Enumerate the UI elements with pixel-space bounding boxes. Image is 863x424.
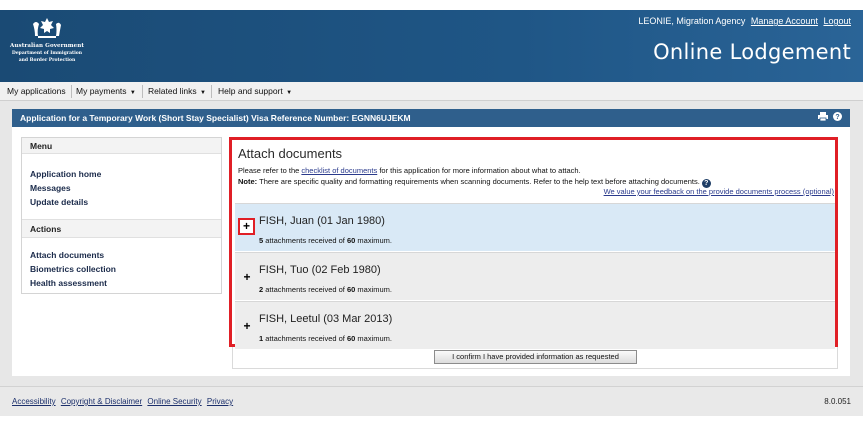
applicant-name: FISH, Leetul (03 Mar 2013) (259, 313, 393, 325)
chevron-down-icon: ▼ (129, 90, 136, 96)
chevron-down-icon: ▼ (200, 90, 206, 96)
version-number: 8.0.051 (824, 397, 851, 406)
attachment-count: 5 attachments received of 60 maximum. (259, 236, 392, 245)
department-name-line2: and Border Protection (18, 58, 76, 63)
expand-plus-icon[interactable]: + (238, 218, 255, 235)
nav-divider (71, 85, 72, 98)
app-bar-icons: ? (818, 112, 842, 122)
footer-link-privacy[interactable]: Privacy (207, 397, 233, 406)
feedback-link[interactable]: We value your feedback on the provide do… (238, 187, 834, 196)
app-title: Online Lodgement (653, 40, 851, 64)
main-nav: My applications My payments ▼ Related li… (0, 82, 863, 101)
attach-documents-panel: Attach documents Please refer to the che… (229, 137, 838, 349)
sidebar-item-application-home[interactable]: Application home (30, 167, 213, 181)
applicant-name: FISH, Tuo (02 Feb 1980) (259, 264, 381, 276)
attach-documents-title: Attach documents (238, 146, 343, 161)
applicant-name: FISH, Juan (01 Jan 1980) (259, 215, 385, 227)
svg-text:?: ? (835, 114, 839, 121)
applicant-row[interactable]: + FISH, Leetul (03 Mar 2013) 1 attachmen… (235, 301, 835, 349)
attach-documents-intro: Attach documents Please refer to the che… (238, 146, 834, 196)
user-links: LEONIE, Migration Agency Manage Account … (638, 16, 851, 26)
government-name: Australian Government (10, 43, 84, 49)
sidebar-item-attach-documents[interactable]: Attach documents (30, 248, 213, 262)
print-icon[interactable] (818, 112, 829, 122)
actions-heading: Actions (22, 219, 221, 238)
logout-link[interactable]: Logout (823, 16, 851, 26)
nav-my-applications[interactable]: My applications (7, 86, 66, 96)
nav-help-support[interactable]: Help and support ▼ (218, 86, 292, 96)
attachment-count: 1 attachments received of 60 maximum. (259, 334, 392, 343)
applicant-row[interactable]: + FISH, Tuo (02 Feb 1980) 2 attachments … (235, 252, 835, 300)
confirm-information-button[interactable]: I confirm I have provided information as… (434, 350, 637, 364)
help-icon[interactable]: ? (833, 112, 842, 121)
application-title-bar: Application for a Temporary Work (Short … (12, 109, 850, 127)
footer-links: Accessibility Copyright & Disclaimer Onl… (12, 397, 236, 406)
department-name-line1: Department of Immigration (11, 51, 83, 56)
user-name: LEONIE, Migration Agency (638, 16, 746, 26)
actions-list: Attach documents Biometrics collection H… (22, 238, 221, 296)
checklist-of-documents-link[interactable]: checklist of documents (301, 166, 377, 175)
nav-related-links[interactable]: Related links ▼ (148, 86, 206, 96)
footer-link-copyright[interactable]: Copyright & Disclaimer (61, 397, 142, 406)
sidebar-item-messages[interactable]: Messages (30, 181, 213, 195)
attach-intro-text: Please refer to the checklist of documen… (238, 166, 581, 175)
manage-account-link[interactable]: Manage Account (751, 16, 818, 26)
application-title: Application for a Temporary Work (Short … (20, 113, 411, 123)
sidebar: Menu Application home Messages Update de… (21, 137, 222, 294)
footer-link-accessibility[interactable]: Accessibility (12, 397, 56, 406)
government-logo[interactable]: Australian Government Department of Immi… (8, 16, 86, 63)
expand-plus-icon[interactable]: + (240, 320, 254, 334)
menu-heading: Menu (22, 138, 221, 154)
sidebar-item-biometrics[interactable]: Biometrics collection (30, 262, 213, 276)
menu-list: Application home Messages Update details (22, 154, 221, 219)
footer-link-online-security[interactable]: Online Security (147, 397, 201, 406)
attachment-count: 2 attachments received of 60 maximum. (259, 285, 392, 294)
coat-of-arms-icon (33, 18, 61, 38)
nav-my-payments[interactable]: My payments ▼ (76, 86, 136, 96)
sidebar-item-update-details[interactable]: Update details (30, 195, 213, 209)
site-footer: Accessibility Copyright & Disclaimer Onl… (0, 386, 863, 416)
expand-plus-icon[interactable]: + (240, 271, 254, 285)
chevron-down-icon: ▼ (286, 90, 293, 96)
nav-divider (211, 85, 212, 98)
nav-divider (142, 85, 143, 98)
sidebar-item-health-assessment[interactable]: Health assessment (30, 276, 213, 290)
applicant-row[interactable]: + FISH, Juan (01 Jan 1980) 5 attachments… (235, 203, 835, 251)
